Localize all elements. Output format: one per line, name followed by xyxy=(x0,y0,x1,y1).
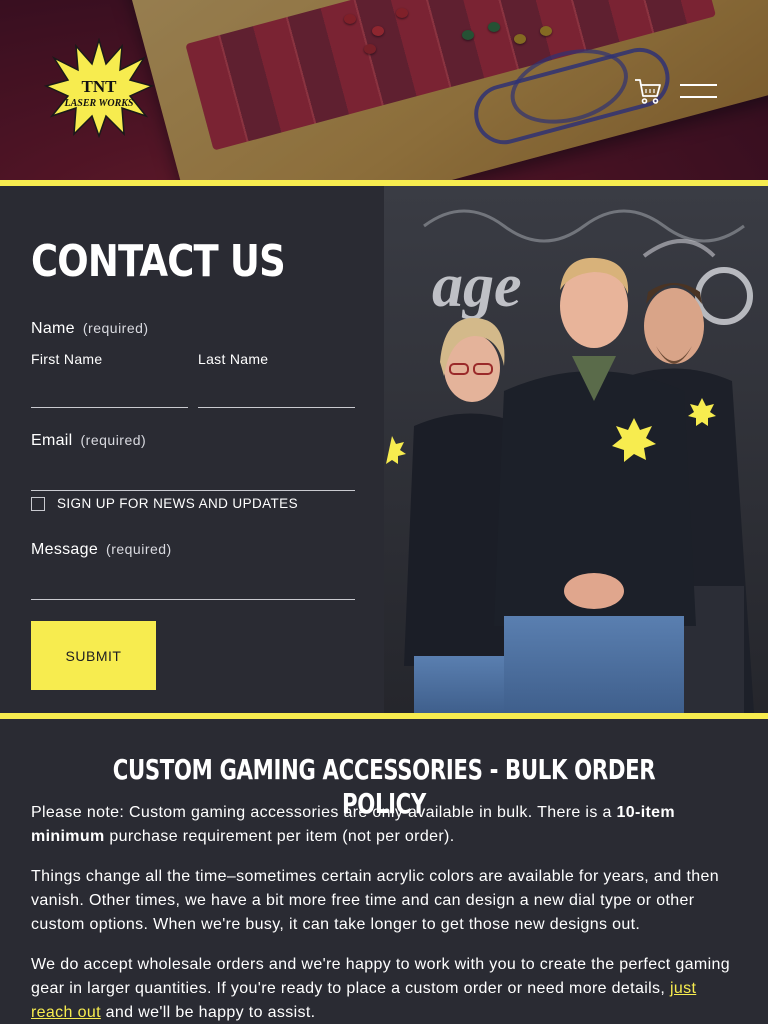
message-label-text: Message xyxy=(31,541,99,558)
name-field-label: Name (required) xyxy=(31,320,149,338)
page-title: CONTACT US xyxy=(31,236,286,287)
message-required-text: (required) xyxy=(106,541,172,557)
policy-p1-text: Please note: Custom gaming accessories a… xyxy=(31,804,617,821)
policy-paragraph-3: We do accept wholesale orders and we're … xyxy=(31,953,737,1024)
policy-paragraph-1: Please note: Custom gaming accessories a… xyxy=(31,801,737,849)
submit-button[interactable]: SUBMIT xyxy=(31,621,156,690)
tnt-laser-works-logo[interactable]: TNT LASER WORKS xyxy=(43,37,155,139)
message-field-label: Message (required) xyxy=(31,541,172,559)
email-field-label: Email (required) xyxy=(31,432,146,450)
hamburger-menu-icon[interactable] xyxy=(680,82,717,100)
starburst-logo-icon: TNT LASER WORKS xyxy=(43,37,155,139)
first-name-label: First Name xyxy=(31,351,103,367)
last-name-input[interactable] xyxy=(198,378,355,408)
name-label-text: Name xyxy=(31,320,75,337)
bulk-order-policy-section: CUSTOM GAMING ACCESSORIES - BULK ORDER P… xyxy=(0,719,768,1024)
header-banner: TNT LASER WORKS xyxy=(0,0,768,180)
first-name-input[interactable] xyxy=(31,378,188,408)
policy-paragraph-2: Things change all the time–sometimes cer… xyxy=(31,868,719,933)
email-input[interactable] xyxy=(31,461,355,491)
policy-p1-after: purchase requirement per item (not per o… xyxy=(104,828,455,845)
policy-p3-after: and we'll be happy to assist. xyxy=(100,1004,316,1021)
last-name-label: Last Name xyxy=(198,351,269,367)
newsletter-checkbox[interactable] xyxy=(31,497,45,511)
message-input[interactable] xyxy=(31,570,355,600)
name-required-text: (required) xyxy=(82,320,149,336)
email-required-text: (required) xyxy=(80,432,147,448)
logo-text-laser-works: LASER WORKS xyxy=(63,98,133,109)
banner-text: age xyxy=(432,252,522,320)
team-photo: age xyxy=(384,186,768,713)
cart-icon[interactable] xyxy=(633,77,663,105)
policy-p3-text: We do accept wholesale orders and we're … xyxy=(31,956,730,997)
logo-text-tnt: TNT xyxy=(82,77,118,96)
newsletter-label[interactable]: SIGN UP FOR NEWS AND UPDATES xyxy=(57,496,298,511)
email-label-text: Email xyxy=(31,432,73,449)
contact-section: CONTACT US Name (required) First Name Las… xyxy=(0,186,768,713)
